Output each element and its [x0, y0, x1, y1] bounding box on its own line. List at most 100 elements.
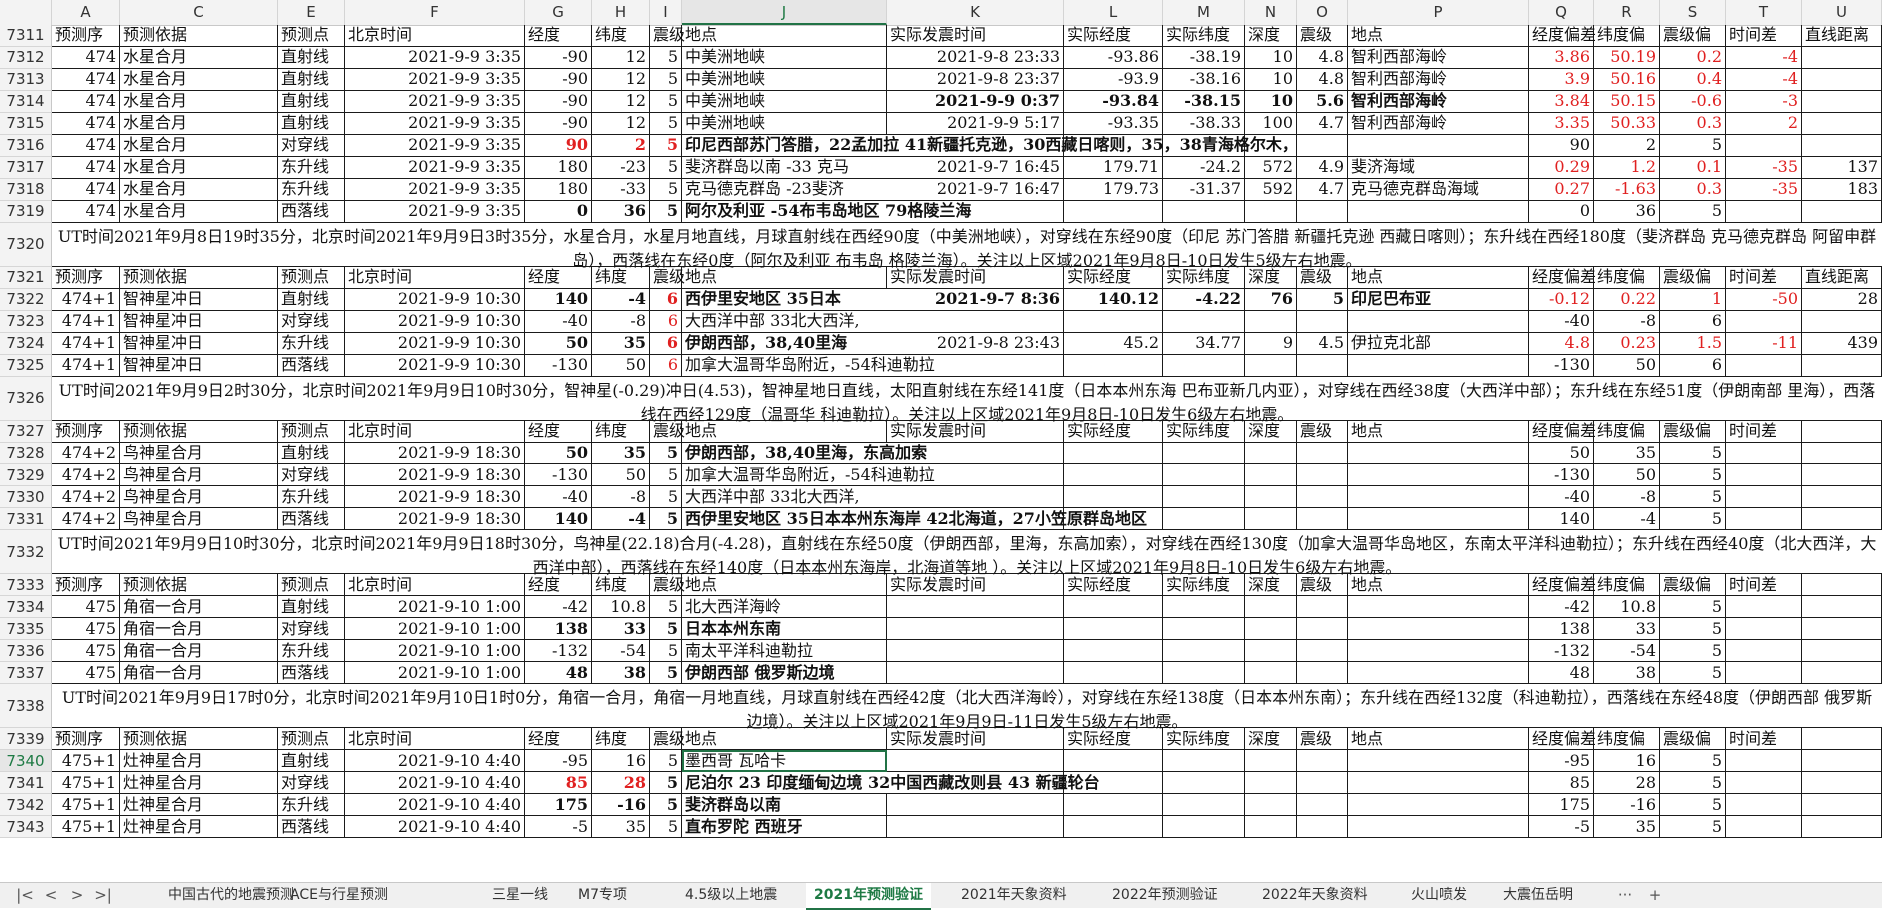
cell-a[interactable]: 474+2 — [52, 464, 120, 487]
sheet-tab[interactable]: 三星一线 — [484, 883, 556, 908]
cell-c[interactable]: 水星合月 — [120, 134, 278, 157]
cell-e[interactable]: 直射线 — [278, 596, 345, 619]
cell-s[interactable]: 0.2 — [1660, 46, 1726, 69]
cell-p[interactable] — [1348, 816, 1529, 839]
cell-i[interactable]: 5 — [650, 750, 682, 773]
cell-h[interactable]: -16 — [592, 794, 650, 817]
header-cell[interactable]: 经度偏差 — [1529, 266, 1596, 289]
cell-o[interactable]: 5.6 — [1297, 90, 1348, 113]
cell-o[interactable] — [1297, 464, 1348, 487]
cell-t[interactable] — [1726, 200, 1802, 223]
cell-q[interactable]: 3.86 — [1529, 46, 1594, 69]
cell-t[interactable]: -35 — [1726, 178, 1802, 201]
cell-j[interactable]: 伊朗西部 俄罗斯边境 — [682, 662, 887, 685]
cell-h[interactable]: 10.8 — [592, 596, 650, 619]
header-cell[interactable]: 经度 — [525, 25, 592, 47]
cell-a[interactable]: 474 — [52, 68, 120, 91]
header-cell[interactable]: 纬度偏 — [1594, 728, 1660, 751]
cell-f[interactable]: 2021-9-9 3:35 — [345, 156, 525, 179]
cell-l[interactable]: 179.71 — [1064, 156, 1163, 179]
cell-k[interactable] — [887, 816, 1064, 839]
row-number[interactable]: 7311 — [0, 25, 52, 47]
cell-p[interactable] — [1348, 750, 1529, 773]
header-cell[interactable]: 实际发震时间 — [887, 420, 1064, 443]
header-cell[interactable]: 地点 — [682, 420, 887, 443]
cell-o[interactable]: 4.9 — [1297, 156, 1348, 179]
cell-u[interactable] — [1802, 90, 1882, 113]
cell-n[interactable]: 10 — [1245, 46, 1297, 69]
cell-i[interactable]: 5 — [650, 618, 682, 641]
cell-i[interactable]: 5 — [650, 772, 682, 795]
cell-q[interactable]: 138 — [1529, 618, 1594, 641]
cell-f[interactable]: 2021-9-9 10:30 — [345, 288, 525, 311]
cell-r[interactable]: 16 — [1594, 750, 1660, 773]
cell-m[interactable] — [1163, 200, 1245, 223]
cell-e[interactable]: 对穿线 — [278, 310, 345, 333]
cell-o[interactable] — [1297, 354, 1348, 377]
header-cell[interactable]: 震级 — [650, 25, 685, 47]
cell-l[interactable] — [1064, 750, 1163, 773]
cell-l[interactable] — [1064, 442, 1163, 465]
cell-k[interactable] — [887, 596, 1064, 619]
cell-o[interactable] — [1297, 310, 1348, 333]
header-cell[interactable]: 经度 — [525, 266, 592, 289]
cell-n[interactable] — [1245, 486, 1297, 509]
cell-a[interactable]: 475+1 — [52, 816, 120, 839]
cell-e[interactable]: 对穿线 — [278, 464, 345, 487]
row-number[interactable]: 7343 — [0, 816, 52, 839]
cell-t[interactable] — [1726, 772, 1802, 795]
cell-j[interactable]: 中美洲地峡 — [682, 90, 887, 113]
cell-g[interactable]: 48 — [525, 662, 592, 685]
cell-c[interactable]: 灶神星合月 — [120, 816, 278, 839]
cell-e[interactable]: 直射线 — [278, 90, 345, 113]
cell-s[interactable]: 0.3 — [1660, 178, 1726, 201]
cell-r[interactable]: -1.63 — [1594, 178, 1660, 201]
cell-e[interactable]: 东升线 — [278, 640, 345, 663]
cell-j[interactable]: 斐济群岛以南 — [682, 794, 887, 817]
sheet-tab[interactable]: M7专项 — [570, 883, 635, 908]
header-cell[interactable]: 预测依据 — [120, 25, 278, 47]
cell-j[interactable]: 墨西哥 瓦哈卡 — [682, 750, 887, 773]
cell-f[interactable]: 2021-9-10 1:00 — [345, 640, 525, 663]
cell-l[interactable]: 140.12 — [1064, 288, 1163, 311]
cell-q[interactable]: 3.9 — [1529, 68, 1594, 91]
cell-n[interactable] — [1245, 596, 1297, 619]
cell-n[interactable]: 9 — [1245, 332, 1297, 355]
cell-k[interactable]: 2021-9-9 5:17 — [887, 112, 1064, 135]
cell-k[interactable] — [887, 794, 1064, 817]
cell-g[interactable]: 180 — [525, 156, 592, 179]
cell-f[interactable]: 2021-9-9 3:35 — [345, 200, 525, 223]
cell-a[interactable]: 475 — [52, 596, 120, 619]
header-cell[interactable]: 纬度 — [592, 25, 650, 47]
cell-p[interactable] — [1348, 464, 1529, 487]
cell-g[interactable]: 50 — [525, 442, 592, 465]
cell-n[interactable] — [1245, 464, 1297, 487]
cell-h[interactable]: -4 — [592, 508, 650, 531]
header-cell[interactable]: 震级 — [1297, 25, 1348, 47]
row-number[interactable]: 7318 — [0, 178, 52, 201]
cell-a[interactable]: 474+2 — [52, 486, 120, 509]
header-cell[interactable]: 预测依据 — [120, 420, 278, 443]
cell-j[interactable]: 直布罗陀 西班牙 — [682, 816, 887, 839]
cell-l[interactable] — [1064, 464, 1163, 487]
row-number[interactable]: 7314 — [0, 90, 52, 113]
row-number[interactable]: 7316 — [0, 134, 52, 157]
cell-g[interactable]: -90 — [525, 90, 592, 113]
cell-p[interactable] — [1348, 486, 1529, 509]
cell-n[interactable] — [1245, 442, 1297, 465]
cell-e[interactable]: 对穿线 — [278, 618, 345, 641]
row-number[interactable]: 7326 — [0, 376, 52, 421]
cell-i[interactable]: 5 — [650, 464, 682, 487]
row-number[interactable]: 7329 — [0, 464, 52, 487]
cell-k[interactable]: 2021-9-8 23:43 — [887, 332, 1064, 355]
cell-m[interactable] — [1163, 794, 1245, 817]
cell-c[interactable]: 角宿一合月 — [120, 662, 278, 685]
cell-e[interactable]: 西落线 — [278, 200, 345, 223]
cell-i[interactable]: 6 — [650, 354, 682, 377]
cell-t[interactable]: -50 — [1726, 288, 1802, 311]
cell-s[interactable]: 5 — [1660, 816, 1726, 839]
header-cell[interactable]: 实际发震时间 — [887, 25, 1064, 47]
cell-m[interactable]: -38.19 — [1163, 46, 1245, 69]
cell-m[interactable]: -38.16 — [1163, 68, 1245, 91]
cell-k[interactable] — [887, 310, 1064, 333]
